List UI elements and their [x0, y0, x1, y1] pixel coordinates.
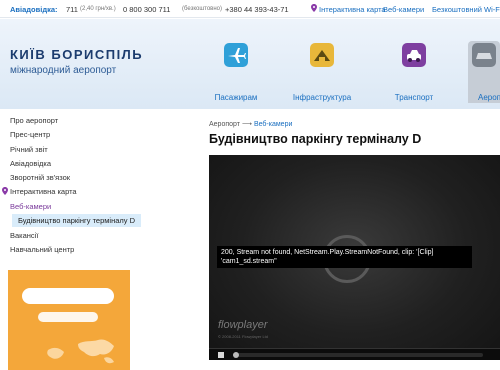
map-pin-icon [2, 187, 8, 195]
flowplayer-logo[interactable]: flowplayer [218, 319, 268, 331]
sidebar-item-vacancies[interactable]: Вакансії [10, 231, 38, 240]
player-controls [209, 348, 500, 360]
sidebar-item-annual-report[interactable]: Річний звіт [10, 145, 48, 154]
flowplayer-copyright: © 2008-2011 Flowplayer Ltd [218, 334, 269, 339]
sidebar-item-feedback[interactable]: Зворотній зв'язок [10, 173, 70, 182]
nav-infrastructure-label: Інфраструктура [292, 93, 352, 102]
sidebar-item-about[interactable]: Про аеропорт [10, 116, 58, 125]
building-icon [310, 43, 334, 67]
helpline-phone-3: +380 44 393-43-71 [225, 5, 289, 14]
helpline-phone-1: 711 [66, 5, 78, 14]
top-info-bar: Авіадовідка: 711 (2,40 грн/хв.) 0 800 30… [0, 0, 500, 18]
video-player[interactable]: 200, Stream not found, NetStream.Play.St… [209, 155, 500, 360]
seek-handle[interactable] [233, 352, 239, 358]
world-map-icon [22, 288, 114, 364]
breadcrumb-current[interactable]: Веб-камери [254, 121, 292, 128]
helpline-phone-1-note: (2,40 грн/хв.) [80, 6, 116, 12]
stream-error-line-1: 200, Stream not found, NetStream.Play.St… [221, 249, 434, 256]
sidebar-item-flight-info[interactable]: Авіадовідка [10, 159, 51, 168]
stream-error-line-2: 'cam1_sd.stream'' [221, 258, 277, 265]
airport-subtitle: міжнародний аеропорт [10, 65, 117, 76]
airplane-icon [224, 43, 248, 67]
stop-icon[interactable] [218, 352, 224, 358]
link-webcams[interactable]: Веб-камери [383, 5, 424, 14]
promo-banner[interactable] [8, 270, 130, 370]
airport-name[interactable]: КИЇВ БОРИСПІЛЬ [10, 47, 143, 62]
nav-passengers-label: Пасажирам [214, 93, 258, 102]
airport-icon [472, 43, 496, 67]
car-icon [402, 43, 426, 67]
nav-airport-label: Аеропорт [478, 93, 500, 102]
header: КИЇВ БОРИСПІЛЬ міжнародний аеропорт Паса… [0, 19, 500, 109]
nav-infrastructure[interactable]: Інфраструктура [282, 41, 362, 103]
link-free-wifi[interactable]: Безкоштовний Wi-Fi [432, 5, 500, 14]
sidebar-item-webcams[interactable]: Веб-камери [10, 202, 51, 211]
map-pin-icon [311, 4, 317, 12]
nav-passengers[interactable]: Пасажирам [196, 41, 276, 103]
helpline-label: Авіадовідка: [10, 5, 58, 14]
helpline-phone-2: 0 800 300 711 [123, 5, 171, 14]
page-title: Будівництво паркінгу терміналу D [209, 132, 422, 146]
sidebar-item-interactive-map[interactable]: Інтерактивна карта [10, 187, 77, 196]
link-interactive-map[interactable]: Інтерактивна карта [319, 5, 386, 14]
stream-error-message: 200, Stream not found, NetStream.Play.St… [217, 246, 472, 268]
sidebar-item-press[interactable]: Прес-центр [10, 130, 50, 139]
breadcrumb: Аеропорт ⟶ Веб-камери [209, 120, 292, 128]
breadcrumb-arrow: ⟶ [241, 121, 252, 128]
helpline-phone-2-note: (безкоштовно) [182, 6, 223, 12]
sidebar-item-parking-construction[interactable]: Будівництво паркінгу терміналу D [12, 214, 142, 227]
seek-bar[interactable] [233, 353, 483, 357]
sidebar-item-training-center[interactable]: Навчальний центр [10, 245, 74, 254]
nav-transport[interactable]: Транспорт [374, 41, 454, 103]
breadcrumb-home[interactable]: Аеропорт [209, 121, 240, 128]
nav-transport-label: Транспорт [394, 93, 434, 102]
sidebar: Про аеропорт Прес-центр Річний звіт Авіа… [0, 110, 150, 370]
nav-airport[interactable]: Аеропорт [468, 41, 500, 103]
